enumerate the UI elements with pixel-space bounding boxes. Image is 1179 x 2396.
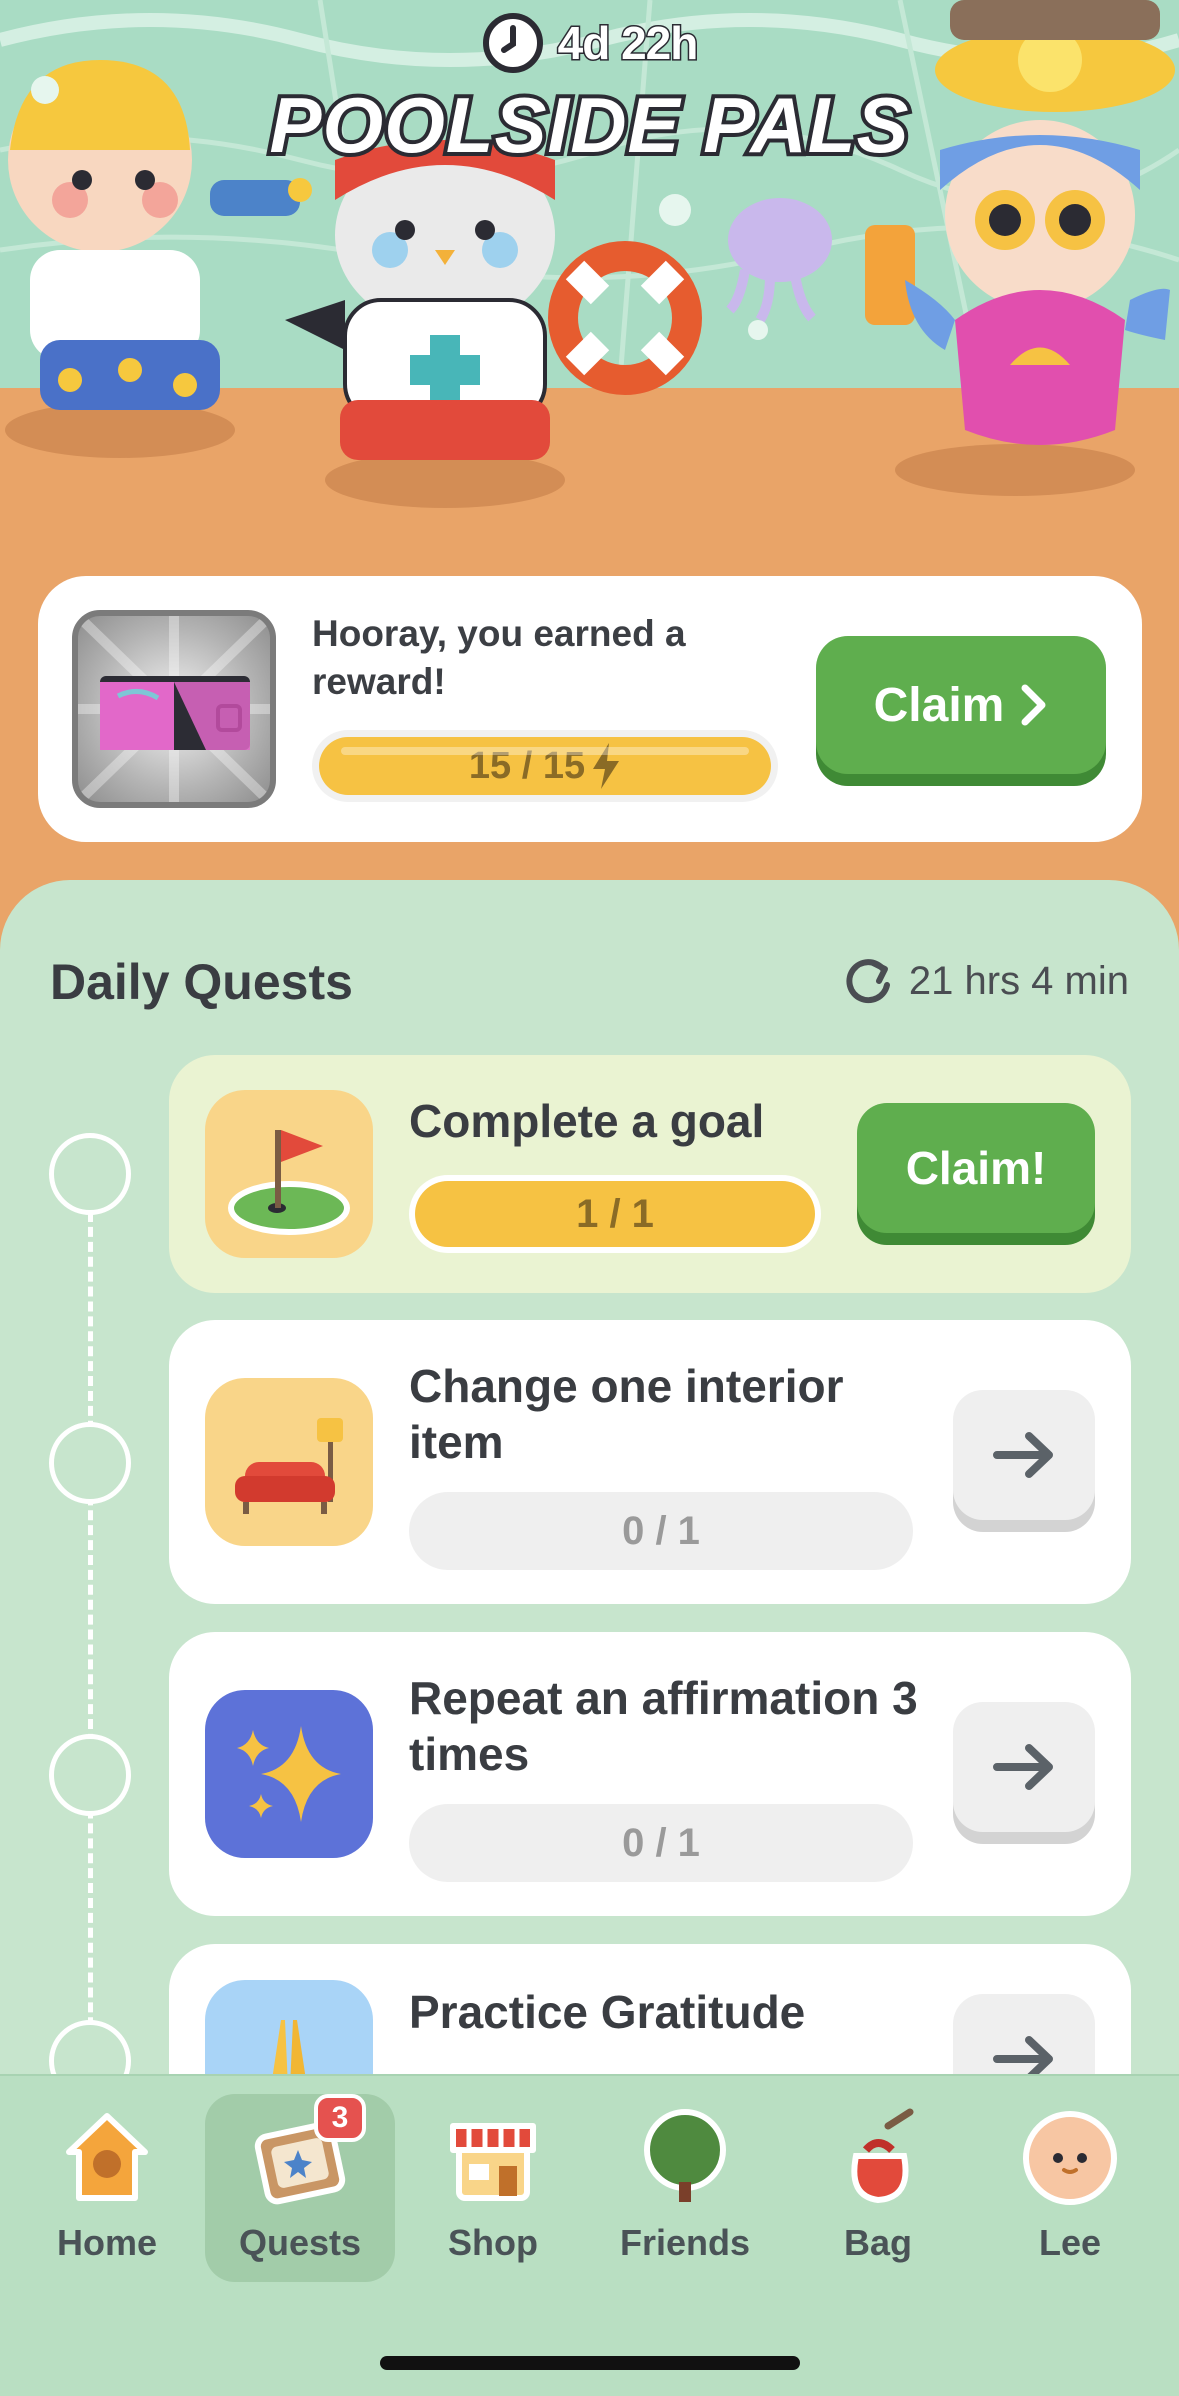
daily-quests-refresh-timer: 21 hrs 4 min [843, 955, 1129, 1007]
home-indicator[interactable] [380, 2356, 800, 2370]
tab-shop[interactable]: Shop [398, 2094, 588, 2282]
event-timer-text: 4d 22h [556, 16, 700, 71]
clock-icon [482, 13, 543, 73]
reward-shorts-thumbnail [72, 610, 276, 808]
tab-quests[interactable]: 3 Quests [205, 2094, 395, 2282]
quest-progress-bar: 0 / 1 [409, 1804, 913, 1882]
lightning-icon [593, 743, 620, 789]
tab-profile[interactable]: Lee [975, 2094, 1165, 2282]
quest-board-icon: 3 [248, 2094, 366, 2210]
avatar-icon [1018, 2106, 1122, 2210]
tab-label: Friends [619, 2222, 751, 2263]
claim-quest-button[interactable]: Claim! [857, 1103, 1095, 1233]
tab-home[interactable]: Home [12, 2094, 202, 2282]
reward-progress-fill: 15 / 15 [319, 737, 771, 795]
go-to-quest-button[interactable] [953, 1702, 1095, 1832]
quest-progress-bar: 1 / 1 [409, 1175, 821, 1253]
chevron-right-icon [1021, 684, 1046, 726]
tab-label: Quests [238, 2222, 362, 2263]
quest-title: Practice Gratitude [409, 1986, 806, 2038]
couch-lamp-icon [205, 1378, 373, 1546]
tab-label: Bag [843, 2222, 912, 2263]
arrow-right-icon [993, 1744, 1053, 1790]
event-banner[interactable]: 4d 22h POOLSIDE PALS Hooray, you earned … [0, 0, 1179, 950]
shop-icon [441, 2106, 545, 2210]
quest-timeline-line [88, 1212, 93, 2072]
bottom-tab-bar: Home 3 Quests Shop Friends Bag Lee [0, 2074, 1179, 2396]
event-timer: 4d 22h [0, 12, 1179, 74]
quest-timeline-node [49, 1133, 131, 1215]
refresh-time-text: 21 hrs 4 min [908, 958, 1129, 1003]
tree-icon [633, 2106, 737, 2210]
quest-card-complete-goal[interactable]: Complete a goal 1 / 1 Claim! [169, 1055, 1131, 1293]
claim-reward-label: Claim [873, 678, 1005, 732]
sunscreen-tube [865, 225, 915, 325]
reward-card: Hooray, you earned a reward! 15 / 15 Cla… [38, 576, 1142, 842]
event-title: POOLSIDE PALS [266, 77, 913, 173]
jellyfish [726, 198, 832, 323]
golf-flag-icon [205, 1090, 373, 1258]
daily-quests-title: Daily Quests [50, 954, 353, 1010]
claim-reward-button[interactable]: Claim [816, 636, 1106, 774]
quest-card-affirmation[interactable]: Repeat an affirmation 3 times 0 / 1 [169, 1632, 1131, 1916]
quest-title: Change one interior item [409, 1360, 844, 1468]
reward-progress-text: 15 / 15 [468, 744, 586, 787]
tab-bag[interactable]: Bag [783, 2094, 973, 2282]
tab-label: Lee [1038, 2222, 1102, 2263]
bag-icon [826, 2106, 930, 2210]
sparkle-icon [205, 1690, 373, 1858]
quest-card-interior-item[interactable]: Change one interior item 0 / 1 [169, 1320, 1131, 1604]
reward-progress-bar: 15 / 15 [312, 730, 778, 802]
go-to-quest-button[interactable] [953, 1390, 1095, 1520]
birdhouse-icon [55, 2106, 159, 2210]
tab-label: Home [56, 2222, 158, 2263]
tab-friends[interactable]: Friends [590, 2094, 780, 2282]
quest-progress-fill: 1 / 1 [415, 1181, 815, 1247]
arrow-right-icon [993, 1432, 1053, 1478]
quests-badge: 3 [314, 2094, 366, 2142]
quest-timeline-node [49, 1422, 131, 1504]
reward-message: Hooray, you earned a reward! [312, 613, 686, 702]
quest-title: Repeat an affirmation 3 times [409, 1672, 918, 1780]
quest-timeline-node [49, 1734, 131, 1816]
quest-progress-bar: 0 / 1 [409, 1492, 913, 1570]
tab-label: Shop [448, 2222, 538, 2263]
refresh-icon [846, 959, 890, 1004]
